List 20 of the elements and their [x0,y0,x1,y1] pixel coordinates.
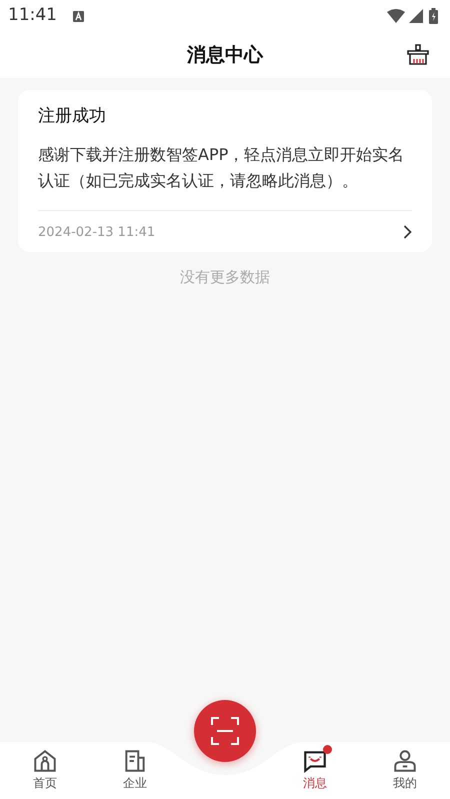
signal-icon [409,9,423,23]
scan-button[interactable] [194,700,256,762]
list-end-text: 没有更多数据 [179,267,271,288]
scan-icon [210,716,240,746]
message-time: 2024-02-13 11:41 [38,224,156,242]
tab[interactable]: 企业 [90,742,180,799]
message-text: 感谢下载并注册数智签APP，轻点消息立即开始实名认证（如已完成实名认证，请忽略此消息）。 [38,142,412,210]
message-title: 注册成功 [38,105,107,128]
chevron-right-icon [403,225,412,240]
battery-icon [429,8,438,24]
tab[interactable]: 消息 [270,742,360,799]
keyboard-icon [73,10,84,22]
message-card[interactable]: 注册成功 感谢下载并注册数智签APP，轻点消息立即开始实名认证（如已完成实名认证，请忽略此消息）。 2024-02-13 11:41 [18,90,432,252]
tab[interactable]: 我的 [360,742,450,799]
person-icon [392,748,418,774]
tab[interactable]: 首页 [0,742,90,799]
page-title: 消息中心 [187,42,263,68]
wifi-icon [387,9,405,23]
status-time: 11:41 [8,4,57,28]
home-icon [32,748,58,774]
